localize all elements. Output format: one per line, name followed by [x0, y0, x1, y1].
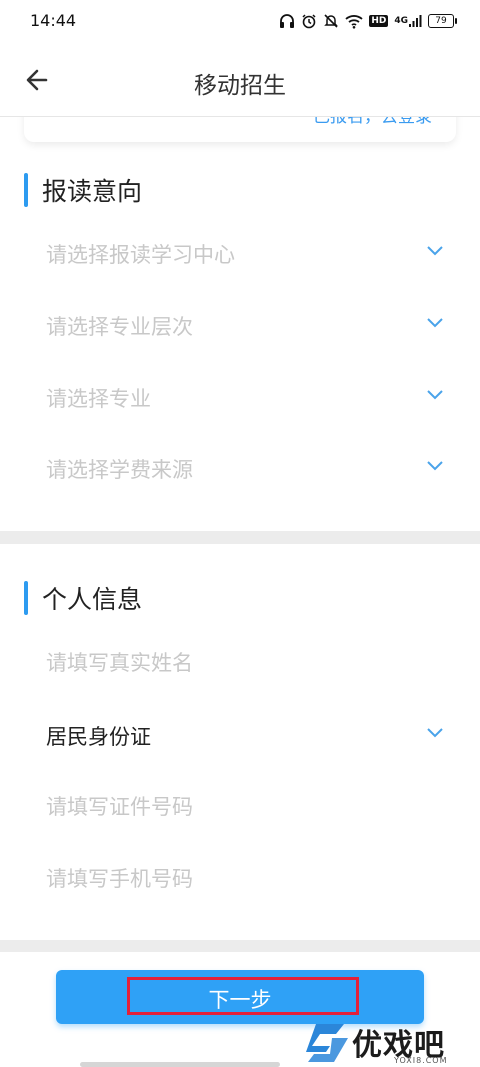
- page-title: 移动招生: [194, 73, 286, 99]
- status-time: 14:44: [30, 11, 77, 30]
- major-level-placeholder: 请选择专业层次: [46, 315, 193, 339]
- hd-icon: HD: [369, 15, 389, 27]
- section-divider: [0, 940, 480, 952]
- chevron-down-icon: [427, 318, 443, 328]
- signal-icon: 4G: [394, 14, 422, 28]
- watermark-subtext: YOXI8.COM: [394, 1056, 448, 1065]
- chevron-down-icon: [427, 246, 443, 256]
- highlight-annotation: [127, 977, 359, 1015]
- section-title-intent: 报读意向: [42, 177, 143, 206]
- section-accent-bar: [24, 581, 28, 615]
- name-field[interactable]: 请填写真实姓名: [0, 627, 480, 699]
- status-icons: HD 4G 79: [279, 10, 457, 32]
- section-divider: [0, 531, 480, 544]
- major-placeholder: 请选择专业: [46, 387, 151, 411]
- id-type-select[interactable]: 居民身份证: [0, 701, 480, 773]
- watermark-emblem-icon: [306, 1024, 348, 1062]
- chevron-down-icon: [427, 390, 443, 400]
- network-type: 4G: [394, 16, 408, 26]
- select-major[interactable]: 请选择专业: [0, 363, 480, 435]
- tuition-source-placeholder: 请选择学费来源: [46, 458, 193, 482]
- select-major-level[interactable]: 请选择专业层次: [0, 291, 480, 363]
- phone-placeholder: 请填写手机号码: [46, 867, 193, 891]
- headphones-icon: [279, 13, 295, 29]
- battery-icon: 79: [428, 14, 457, 28]
- wifi-icon: [345, 13, 363, 29]
- alarm-icon: [301, 13, 317, 29]
- app-header: 移动招生: [0, 42, 480, 117]
- chevron-down-icon: [427, 461, 443, 471]
- section-accent-bar: [24, 173, 28, 207]
- section-personal-header: 个人信息: [24, 578, 142, 618]
- phone-field[interactable]: 请填写手机号码: [0, 843, 480, 915]
- chevron-down-icon: [427, 728, 443, 738]
- select-tuition-source[interactable]: 请选择学费来源: [0, 434, 480, 506]
- status-bar: 14:44 HD 4G 79: [0, 0, 480, 42]
- section-title-personal: 个人信息: [42, 585, 143, 614]
- id-number-field[interactable]: 请填写证件号码: [0, 771, 480, 843]
- study-center-placeholder: 请选择报读学习中心: [46, 243, 235, 267]
- select-study-center[interactable]: 请选择报读学习中心: [0, 219, 480, 291]
- section-intent-header: 报读意向: [24, 170, 142, 210]
- id-number-placeholder: 请填写证件号码: [46, 795, 193, 819]
- id-type-value: 居民身份证: [46, 725, 151, 749]
- mute-icon: [323, 13, 339, 29]
- home-indicator[interactable]: [80, 1062, 280, 1067]
- watermark-logo: 优戏吧 YOXI8.COM: [300, 1018, 480, 1067]
- name-placeholder: 请填写真实姓名: [46, 651, 193, 675]
